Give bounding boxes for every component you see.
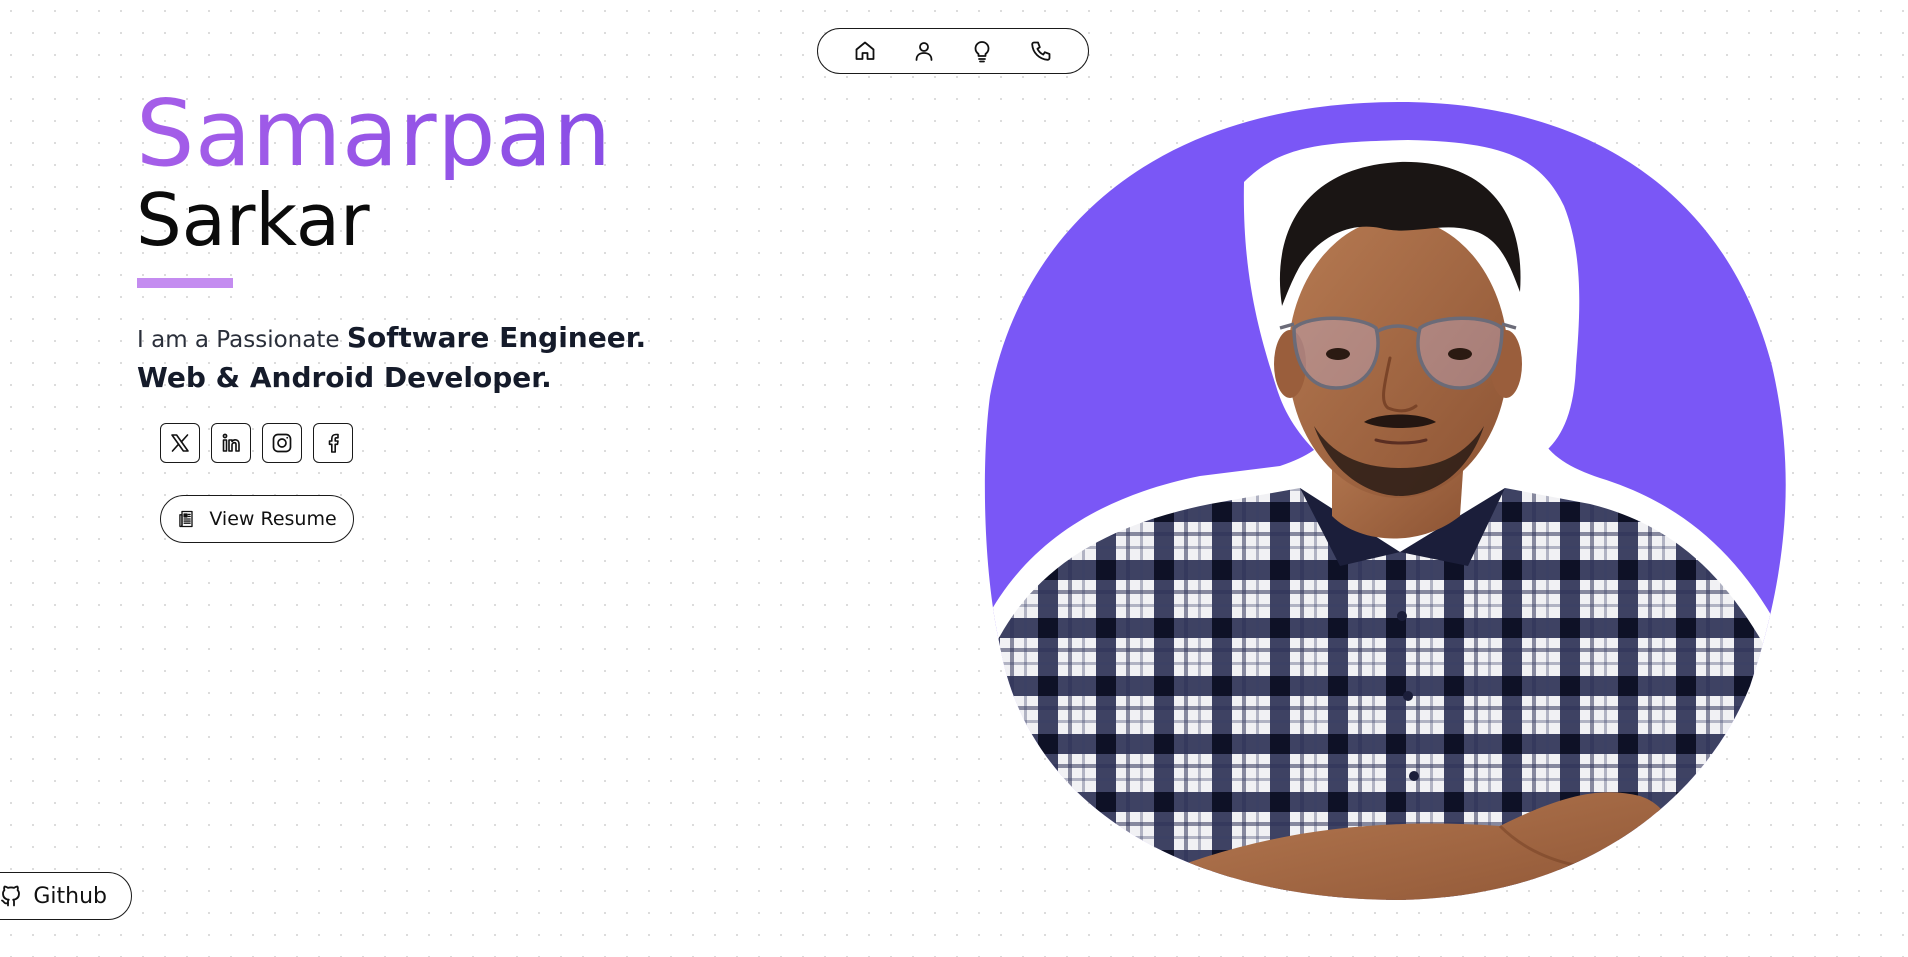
instagram-link[interactable] [262, 423, 302, 463]
role-secondary: Web & Android Developer. [137, 361, 552, 394]
profile-portrait [980, 96, 1800, 904]
view-resume-button[interactable]: View Resume [160, 495, 354, 543]
facebook-icon [328, 433, 339, 453]
github-button[interactable]: Github [0, 872, 132, 920]
home-icon [855, 41, 875, 60]
linkedin-link[interactable] [211, 423, 251, 463]
hero-tagline: I am a Passionate Software Engineer. Web… [137, 320, 737, 400]
github-label: Github [33, 883, 107, 909]
nav-home-button[interactable] [848, 34, 882, 68]
facebook-link[interactable] [313, 423, 353, 463]
nav-contact-button[interactable] [1024, 34, 1058, 68]
tagline-lead: I am a Passionate [137, 327, 347, 353]
linkedin-icon [222, 433, 240, 452]
hero-first-name: Samarpan [136, 80, 612, 187]
hero-last-name: Sarkar [136, 178, 370, 262]
name-underline-accent [137, 278, 233, 288]
view-resume-label: View Resume [209, 508, 337, 530]
user-icon [915, 42, 933, 61]
document-icon [179, 510, 194, 528]
nav-about-button[interactable] [907, 34, 941, 68]
x-twitter-link[interactable] [160, 423, 200, 463]
lightbulb-icon [974, 41, 990, 63]
x-twitter-icon [171, 434, 189, 452]
role-primary: Software Engineer. [346, 321, 647, 354]
github-icon [1, 885, 21, 907]
top-nav [817, 28, 1089, 74]
nav-skills-button[interactable] [965, 34, 999, 68]
profile-photo [984, 102, 1786, 900]
instagram-icon [272, 433, 292, 453]
social-links [160, 423, 353, 463]
phone-icon [1031, 41, 1051, 61]
